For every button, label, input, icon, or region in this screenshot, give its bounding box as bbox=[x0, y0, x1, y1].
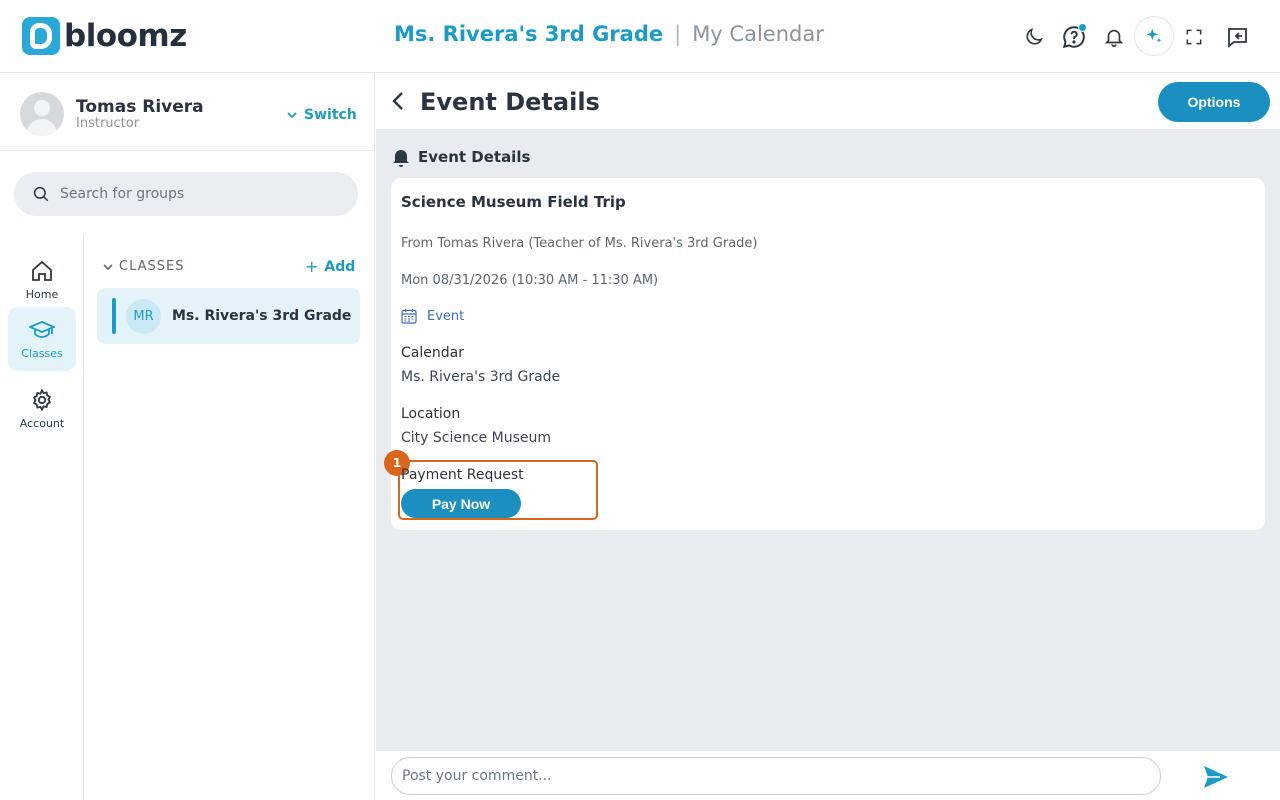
send-button[interactable] bbox=[1202, 764, 1230, 790]
user-block: Tomas Rivera Instructor Switch bbox=[0, 73, 375, 151]
bell-icon bbox=[393, 150, 409, 167]
ai-sparkle-button[interactable] bbox=[1134, 16, 1174, 56]
comment-input[interactable] bbox=[391, 757, 1161, 795]
page-title: Event Details bbox=[420, 88, 600, 116]
moon-icon[interactable] bbox=[1017, 20, 1051, 54]
ai-sparkle-icon bbox=[1146, 28, 1162, 43]
active-indicator bbox=[112, 298, 116, 334]
calendar-icon bbox=[401, 309, 417, 324]
send-icon bbox=[1204, 766, 1228, 788]
chevron-left-icon bbox=[392, 92, 403, 110]
fullscreen-icon[interactable] bbox=[1177, 20, 1211, 54]
switch-button[interactable]: Switch bbox=[286, 107, 357, 123]
bloomz-logo[interactable]: bloomz bbox=[22, 17, 187, 55]
add-class-button[interactable]: + Add bbox=[305, 257, 355, 276]
location-value: City Science Museum bbox=[401, 430, 551, 446]
main-content: Event Details Options Event Details Scie… bbox=[376, 73, 1280, 800]
home-icon bbox=[32, 260, 52, 281]
event-datetime: Mon 08/31/2026 (10:30 AM - 11:30 AM) bbox=[401, 273, 659, 288]
classes-header-label: CLASSES bbox=[119, 259, 185, 274]
add-label: Add bbox=[324, 258, 356, 275]
graduation-cap-icon bbox=[29, 321, 55, 338]
bloomz-logo-icon bbox=[22, 17, 60, 55]
class-name: Ms. Rivera's 3rd Grade bbox=[172, 308, 352, 324]
bell-icon[interactable] bbox=[1097, 20, 1131, 54]
header-class-name[interactable]: Ms. Rivera's 3rd Grade bbox=[394, 22, 663, 46]
nav-rail: Home Classes Account bbox=[0, 234, 84, 800]
search-input[interactable] bbox=[60, 186, 330, 202]
collapse-panel-icon[interactable] bbox=[1220, 20, 1254, 54]
event-from: From Tomas Rivera (Teacher of Ms. Rivera… bbox=[401, 236, 758, 251]
logo-text: bloomz bbox=[64, 18, 187, 54]
gear-icon bbox=[32, 388, 52, 412]
header-title: Ms. Rivera's 3rd Grade | My Calendar bbox=[394, 22, 824, 46]
back-button[interactable] bbox=[388, 89, 410, 113]
switch-label: Switch bbox=[304, 107, 357, 123]
header-separator: | bbox=[674, 22, 682, 46]
group-search bbox=[14, 172, 358, 216]
left-sidebar: Tomas Rivera Instructor Switch Home Clas… bbox=[0, 73, 375, 800]
calendar-label: Calendar bbox=[401, 345, 464, 361]
event-details-card: Science Museum Field Trip From Tomas Riv… bbox=[384, 178, 1265, 530]
event-type: Event bbox=[401, 308, 464, 324]
nav-item-classes[interactable]: Classes bbox=[8, 307, 76, 371]
nav-item-account[interactable]: Account bbox=[8, 377, 76, 441]
plus-icon: + bbox=[305, 257, 319, 276]
app-header: bloomz Ms. Rivera's 3rd Grade | My Calen… bbox=[0, 0, 1280, 73]
event-title: Science Museum Field Trip bbox=[401, 193, 626, 211]
nav-label-classes: Classes bbox=[21, 347, 63, 360]
event-type-label: Event bbox=[427, 308, 465, 324]
avatar[interactable] bbox=[20, 92, 64, 136]
nav-item-home[interactable]: Home bbox=[8, 248, 76, 312]
user-name: Tomas Rivera bbox=[76, 97, 204, 117]
classes-header[interactable]: CLASSES bbox=[103, 259, 184, 274]
search-icon bbox=[33, 186, 49, 202]
main-toolbar: Event Details Options bbox=[376, 73, 1280, 130]
section-header-label: Event Details bbox=[418, 148, 531, 166]
notification-dot bbox=[1078, 23, 1087, 32]
chevron-down-icon bbox=[287, 112, 297, 119]
header-page-name: My Calendar bbox=[692, 22, 824, 46]
calendar-value: Ms. Rivera's 3rd Grade bbox=[401, 369, 561, 385]
location-label: Location bbox=[401, 406, 461, 422]
section-header: Event Details bbox=[392, 147, 530, 167]
payment-request-label: Payment Request bbox=[401, 467, 524, 483]
options-button[interactable]: Options bbox=[1158, 82, 1270, 122]
nav-label-account: Account bbox=[19, 417, 65, 430]
comment-bar bbox=[376, 750, 1280, 800]
chevron-down-icon bbox=[103, 263, 113, 270]
class-initials-avatar: MR bbox=[126, 299, 161, 334]
pay-now-button[interactable]: Pay Now bbox=[401, 489, 521, 518]
nav-label-home: Home bbox=[25, 288, 59, 301]
class-list-item[interactable]: MR Ms. Rivera's 3rd Grade bbox=[97, 288, 360, 344]
help-chat-icon[interactable] bbox=[1057, 20, 1091, 54]
user-role: Instructor bbox=[76, 116, 140, 131]
classes-panel: CLASSES + Add MR Ms. Rivera's 3rd Grade bbox=[85, 234, 375, 800]
